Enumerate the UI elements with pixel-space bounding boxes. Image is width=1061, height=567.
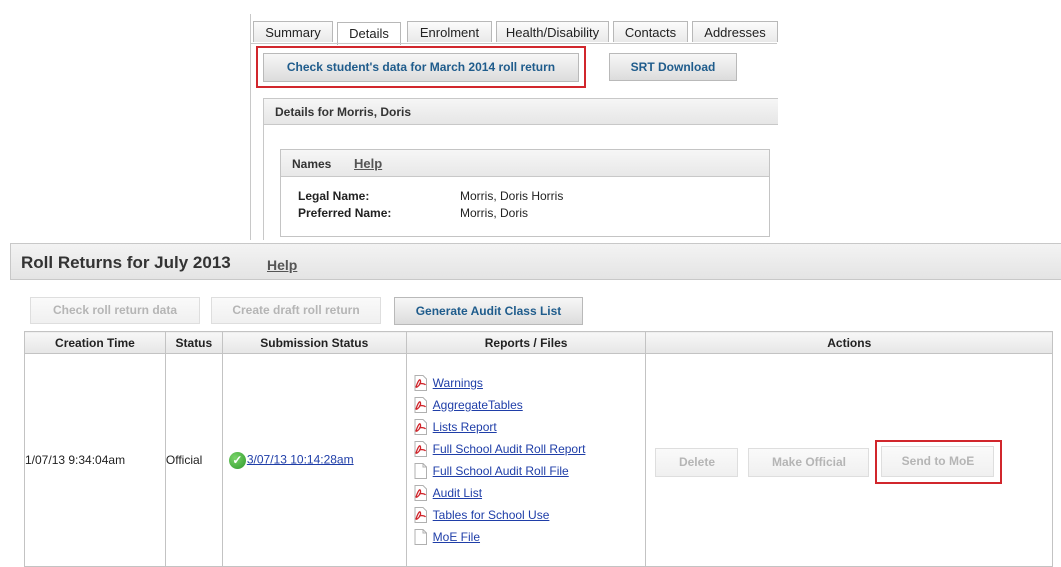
column-header-status: Status [164, 331, 223, 354]
list-item: MoE File [414, 526, 646, 548]
check-student-data-button[interactable]: Check student's data for March 2014 roll… [263, 53, 579, 82]
preferred-name-label: Preferred Name: [298, 206, 392, 220]
check-circle-icon: ✓ [228, 451, 246, 469]
file-link[interactable]: AggregateTables [433, 398, 523, 412]
roll-help-link[interactable]: Help [267, 257, 297, 273]
column-header-submission-status: Submission Status [221, 331, 407, 354]
create-draft-roll-return-button[interactable]: Create draft roll return [211, 297, 381, 324]
list-item: Full School Audit Roll Report [414, 438, 646, 460]
file-list: Warnings AggregateTables Lists Report Full … [407, 372, 646, 548]
column-header-creation-time: Creation Time [24, 331, 166, 354]
file-link[interactable]: MoE File [433, 530, 480, 544]
pdf-file-icon [414, 375, 427, 391]
submission-status-cell: ✓ 3/07/13 10:14:28am [221, 353, 407, 567]
details-section: Details for Morris, Doris Names Help Leg… [263, 98, 778, 240]
file-link[interactable]: Lists Report [433, 420, 497, 434]
file-link[interactable]: Warnings [433, 376, 483, 390]
file-link[interactable]: Full School Audit Roll Report [433, 442, 586, 456]
pdf-file-icon [414, 397, 427, 413]
tab-summary[interactable]: Summary [253, 21, 333, 42]
preferred-name-value: Morris, Doris [460, 206, 528, 220]
submission-link[interactable]: 3/07/13 10:14:28am [247, 452, 354, 466]
list-item: Full School Audit Roll File [414, 460, 646, 482]
actions-cell: Delete Make Official Send to MoE [645, 353, 1053, 567]
tab-addresses[interactable]: Addresses [692, 21, 778, 42]
creation-time-cell: 1/07/13 9:34:04am [24, 353, 166, 567]
details-title: Details for Morris, Doris [264, 98, 778, 125]
tab-health-disability[interactable]: Health/Disability [496, 21, 609, 42]
tab-divider [251, 43, 777, 44]
file-link[interactable]: Tables for School Use [433, 508, 550, 522]
tab-details[interactable]: Details [337, 22, 401, 45]
legal-name-label: Legal Name: [298, 189, 370, 203]
column-header-reports-files: Reports / Files [405, 331, 647, 354]
tab-contacts[interactable]: Contacts [613, 21, 688, 42]
list-item: AggregateTables [414, 394, 646, 416]
make-official-button[interactable]: Make Official [748, 448, 870, 477]
student-panel: Summary Details Enrolment Health/Disabil… [250, 14, 778, 240]
file-link[interactable]: Full School Audit Roll File [433, 464, 569, 478]
list-item: Warnings [414, 372, 646, 394]
pdf-file-icon [414, 441, 427, 457]
pdf-file-icon [414, 507, 427, 523]
check-roll-return-data-button[interactable]: Check roll return data [30, 297, 200, 324]
list-item: Lists Report [414, 416, 646, 438]
names-box: Names Help Legal Name: Morris, Doris Hor… [280, 149, 770, 237]
send-to-moe-button[interactable]: Send to MoE [881, 446, 995, 477]
column-header-actions: Actions [645, 331, 1053, 354]
names-title: Names [292, 157, 332, 171]
list-item: Tables for School Use [414, 504, 646, 526]
list-item: Audit List [414, 482, 646, 504]
names-header: Names Help [281, 150, 769, 177]
pdf-file-icon [414, 419, 427, 435]
srt-download-button[interactable]: SRT Download [609, 53, 737, 81]
actions-area: Delete Make Official Send to MoE [646, 354, 1052, 566]
roll-returns-table: Creation Time Status Submission Status R… [24, 331, 1053, 567]
table-header-row: Creation Time Status Submission Status R… [24, 331, 1053, 354]
page-title: Roll Returns for July 2013 [21, 253, 231, 272]
reports-files-cell: Warnings AggregateTables Lists Report Full … [405, 353, 647, 567]
status-cell: Official [164, 353, 223, 567]
legal-name-value: Morris, Doris Horris [460, 189, 564, 203]
generate-audit-class-list-button[interactable]: Generate Audit Class List [394, 297, 583, 325]
pdf-file-icon [414, 485, 427, 501]
table-row: 1/07/13 9:34:04am Official ✓ 3/07/13 10:1… [24, 353, 1053, 567]
tab-enrolment[interactable]: Enrolment [407, 21, 492, 42]
file-icon [414, 529, 427, 545]
file-icon [414, 463, 427, 479]
file-link[interactable]: Audit List [433, 486, 482, 500]
delete-button[interactable]: Delete [655, 448, 739, 477]
roll-returns-header: Roll Returns for July 2013 Help [10, 243, 1061, 280]
names-help-link[interactable]: Help [354, 156, 382, 171]
